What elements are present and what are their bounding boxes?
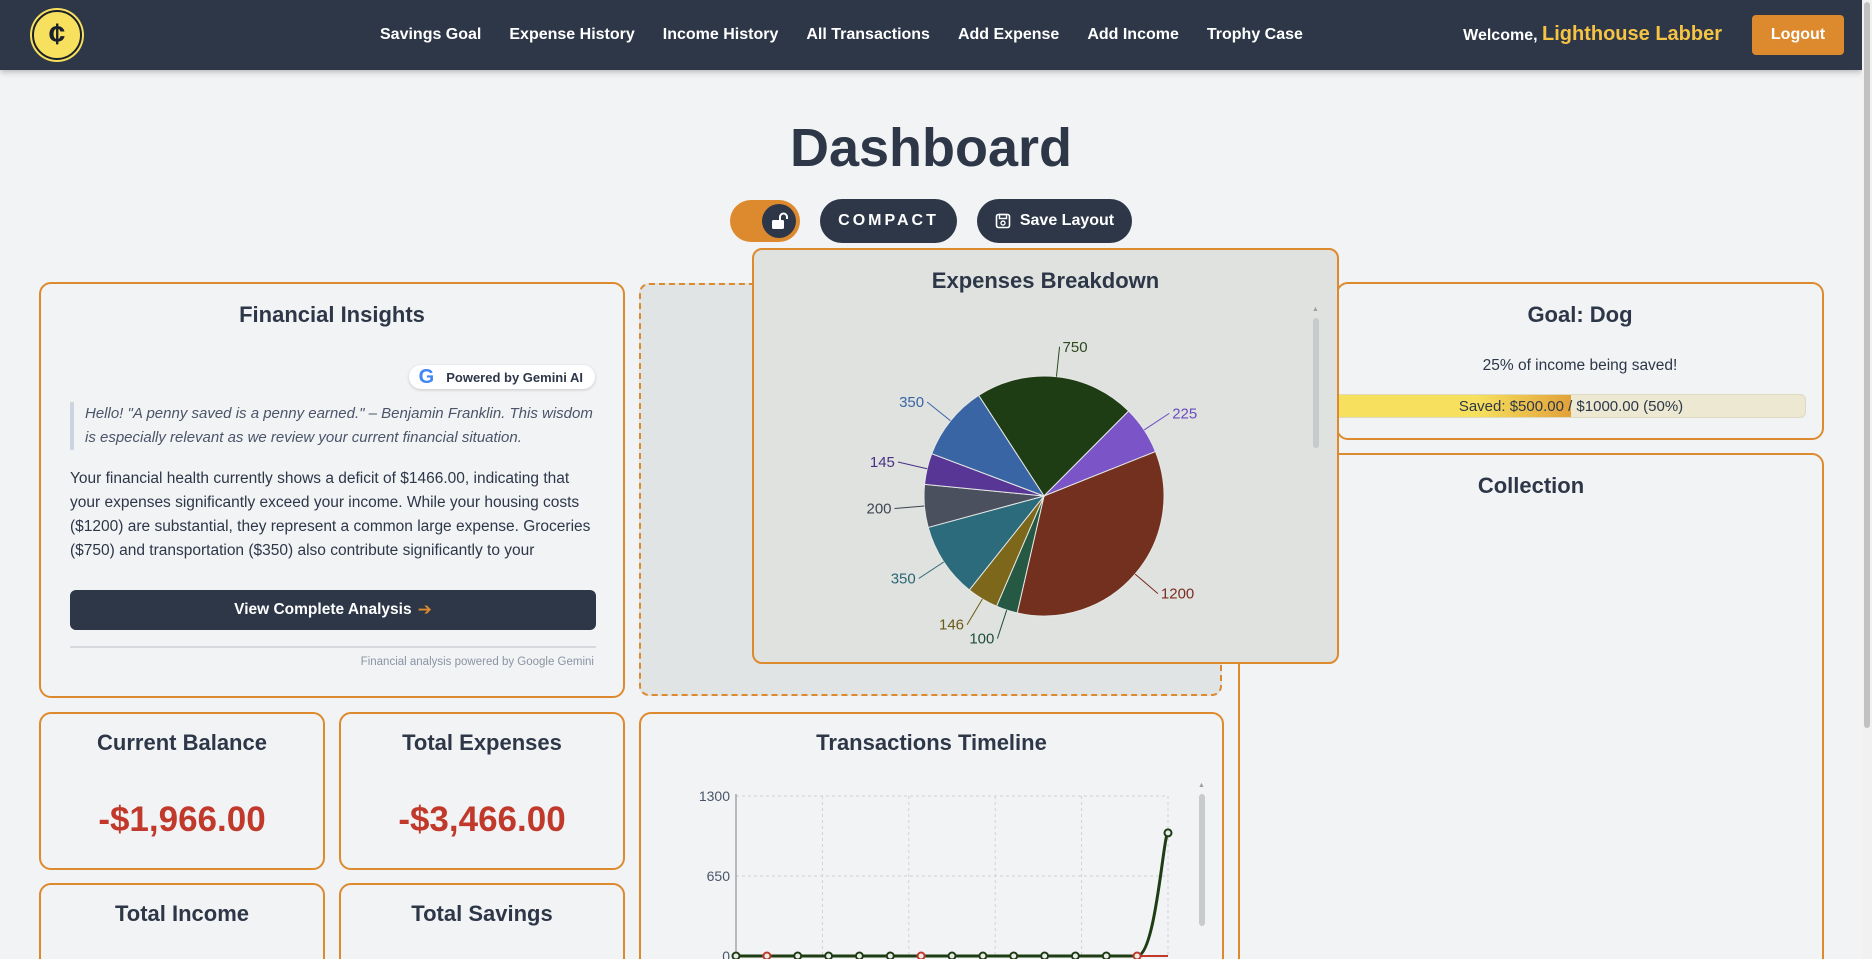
pie-leader-line [966, 598, 983, 625]
gemini-badge-label: Powered by Gemini AI [446, 369, 583, 385]
pie-data-label: 200 [866, 501, 891, 518]
pie-leader-line [1055, 346, 1061, 377]
timeline-point [916, 951, 926, 959]
pie-data-label: 1200 [1161, 586, 1194, 603]
timeline-point [978, 951, 988, 959]
pie-leader-line [1143, 412, 1170, 431]
view-analysis-label: View Complete Analysis [234, 601, 412, 618]
save-layout-button[interactable]: Save Layout [977, 199, 1132, 243]
current-balance-card[interactable]: Current Balance -$1,966.00 [39, 712, 325, 870]
timeline-point [731, 951, 741, 959]
timeline-y-tick-label: 1300 [699, 788, 730, 804]
timeline-point [885, 951, 895, 959]
timeline-point [1009, 951, 1019, 959]
expenses-breakdown-card[interactable]: Expenses Breakdown ▲ 750 225 1200 100 146 350… [752, 248, 1339, 664]
layout-lock-toggle[interactable] [730, 200, 800, 242]
financial-insights-card[interactable]: Financial Insights G Powered by Gemini A… [39, 282, 625, 698]
pie-data-label: 225 [1172, 405, 1197, 422]
nav-link-savings-goal[interactable]: Savings Goal [380, 26, 481, 44]
expenses-pie-chart: 750 225 1200 100 146 350 200 145 350 [866, 339, 1197, 648]
insights-quote: Hello! "A penny saved is a penny earned.… [70, 402, 600, 450]
nav-link-all-transactions[interactable]: All Transactions [806, 26, 930, 44]
pie-data-label: 145 [870, 454, 895, 471]
timeline-point [1101, 951, 1111, 959]
pie-leader-line [926, 401, 951, 422]
pie-data-label: 100 [969, 631, 994, 648]
compact-button[interactable]: COMPACT [820, 199, 957, 243]
income-title: Total Income [114, 901, 250, 926]
logout-button[interactable]: Logout [1752, 15, 1844, 55]
pie-leader-line [918, 561, 945, 579]
insights-analysis: Your financial health currently shows a … [70, 470, 591, 559]
gemini-badge: G Powered by Gemini AI [408, 365, 595, 389]
timeline-point [947, 951, 957, 959]
top-navbar: ¢ Savings Goal Expense History Income Hi… [0, 0, 1862, 70]
timeline-y-tick-label: 650 [707, 868, 731, 884]
timeline-y-tick-label: 0 [722, 948, 730, 959]
timeline-point [1132, 951, 1142, 959]
view-complete-analysis-button[interactable]: View Complete Analysis ➔ [70, 590, 596, 630]
nav-link-add-expense[interactable]: Add Expense [958, 26, 1059, 44]
pie-data-label: 750 [1063, 339, 1088, 356]
timeline-line-chart: 0 650 1300 [699, 788, 1173, 959]
timeline-point [762, 951, 772, 959]
transactions-timeline-card[interactable]: Transactions Timeline ▲ 0 650 1300 [639, 712, 1224, 959]
insights-divider [70, 646, 596, 648]
timeline-point [793, 951, 803, 959]
goal-progress-bar: Saved: $500.00 / $1000.00 (50%) [1336, 394, 1806, 418]
goal-title: Goal: Dog [1527, 302, 1633, 327]
nav-link-income-history[interactable]: Income History [663, 26, 779, 44]
save-icon [995, 213, 1011, 229]
unlock-icon [762, 204, 796, 238]
welcome-message: Welcome, Lighthouse Labber [1463, 23, 1722, 46]
nav-link-expense-history[interactable]: Expense History [509, 26, 634, 44]
pie-leader-line [996, 609, 1008, 639]
google-g-icon: G [418, 365, 435, 388]
pie-leader-line [1134, 573, 1159, 594]
total-expenses-card[interactable]: Total Expenses -$3,466.00 [339, 712, 625, 870]
expenses-value: -$3,466.00 [398, 800, 566, 839]
welcome-label: Welcome, [1463, 27, 1538, 44]
pie-data-label: 350 [891, 570, 916, 587]
pie-data-label: 146 [939, 617, 964, 634]
timeline-series-line [735, 831, 1170, 958]
timeline-point [824, 951, 834, 959]
arrow-right-icon: ➔ [417, 600, 432, 619]
goal-progress-text: Saved: $500.00 / $1000.00 (50%) [1458, 397, 1684, 415]
savings-goal-card[interactable]: Goal: Dog 25% of income being saved! Sav… [1336, 282, 1824, 440]
page-scrollbar[interactable] [1862, 0, 1872, 959]
insights-title: Financial Insights [239, 302, 425, 327]
pie-leader-line [894, 505, 925, 510]
pie-data-label: 350 [899, 394, 924, 411]
pie-leader-line [897, 461, 928, 470]
timeline-point [1070, 951, 1080, 959]
nav-link-trophy-case[interactable]: Trophy Case [1207, 26, 1303, 44]
timeline-point [1163, 828, 1173, 838]
nav-link-add-income[interactable]: Add Income [1087, 26, 1179, 44]
save-layout-label: Save Layout [1019, 212, 1115, 229]
insights-footnote: Financial analysis powered by Google Gem… [360, 656, 594, 668]
goal-subtitle: 25% of income being saved! [1482, 357, 1678, 374]
balance-title: Current Balance [97, 730, 267, 755]
total-savings-card[interactable]: Total Savings [339, 883, 625, 959]
page-title: Dashboard [789, 118, 1073, 178]
total-income-card[interactable]: Total Income [39, 883, 325, 959]
scrollbar-thumb[interactable] [1864, 2, 1870, 728]
savings-title: Total Savings [411, 901, 553, 926]
timeline-point [854, 951, 864, 959]
nav-links: Savings Goal Expense History Income Hist… [380, 0, 1331, 70]
timeline-point [1040, 951, 1050, 959]
username: Lighthouse Labber [1542, 23, 1722, 45]
expenses-title: Total Expenses [402, 730, 562, 755]
app-logo[interactable]: ¢ [32, 10, 82, 60]
balance-value: -$1,966.00 [98, 800, 266, 839]
